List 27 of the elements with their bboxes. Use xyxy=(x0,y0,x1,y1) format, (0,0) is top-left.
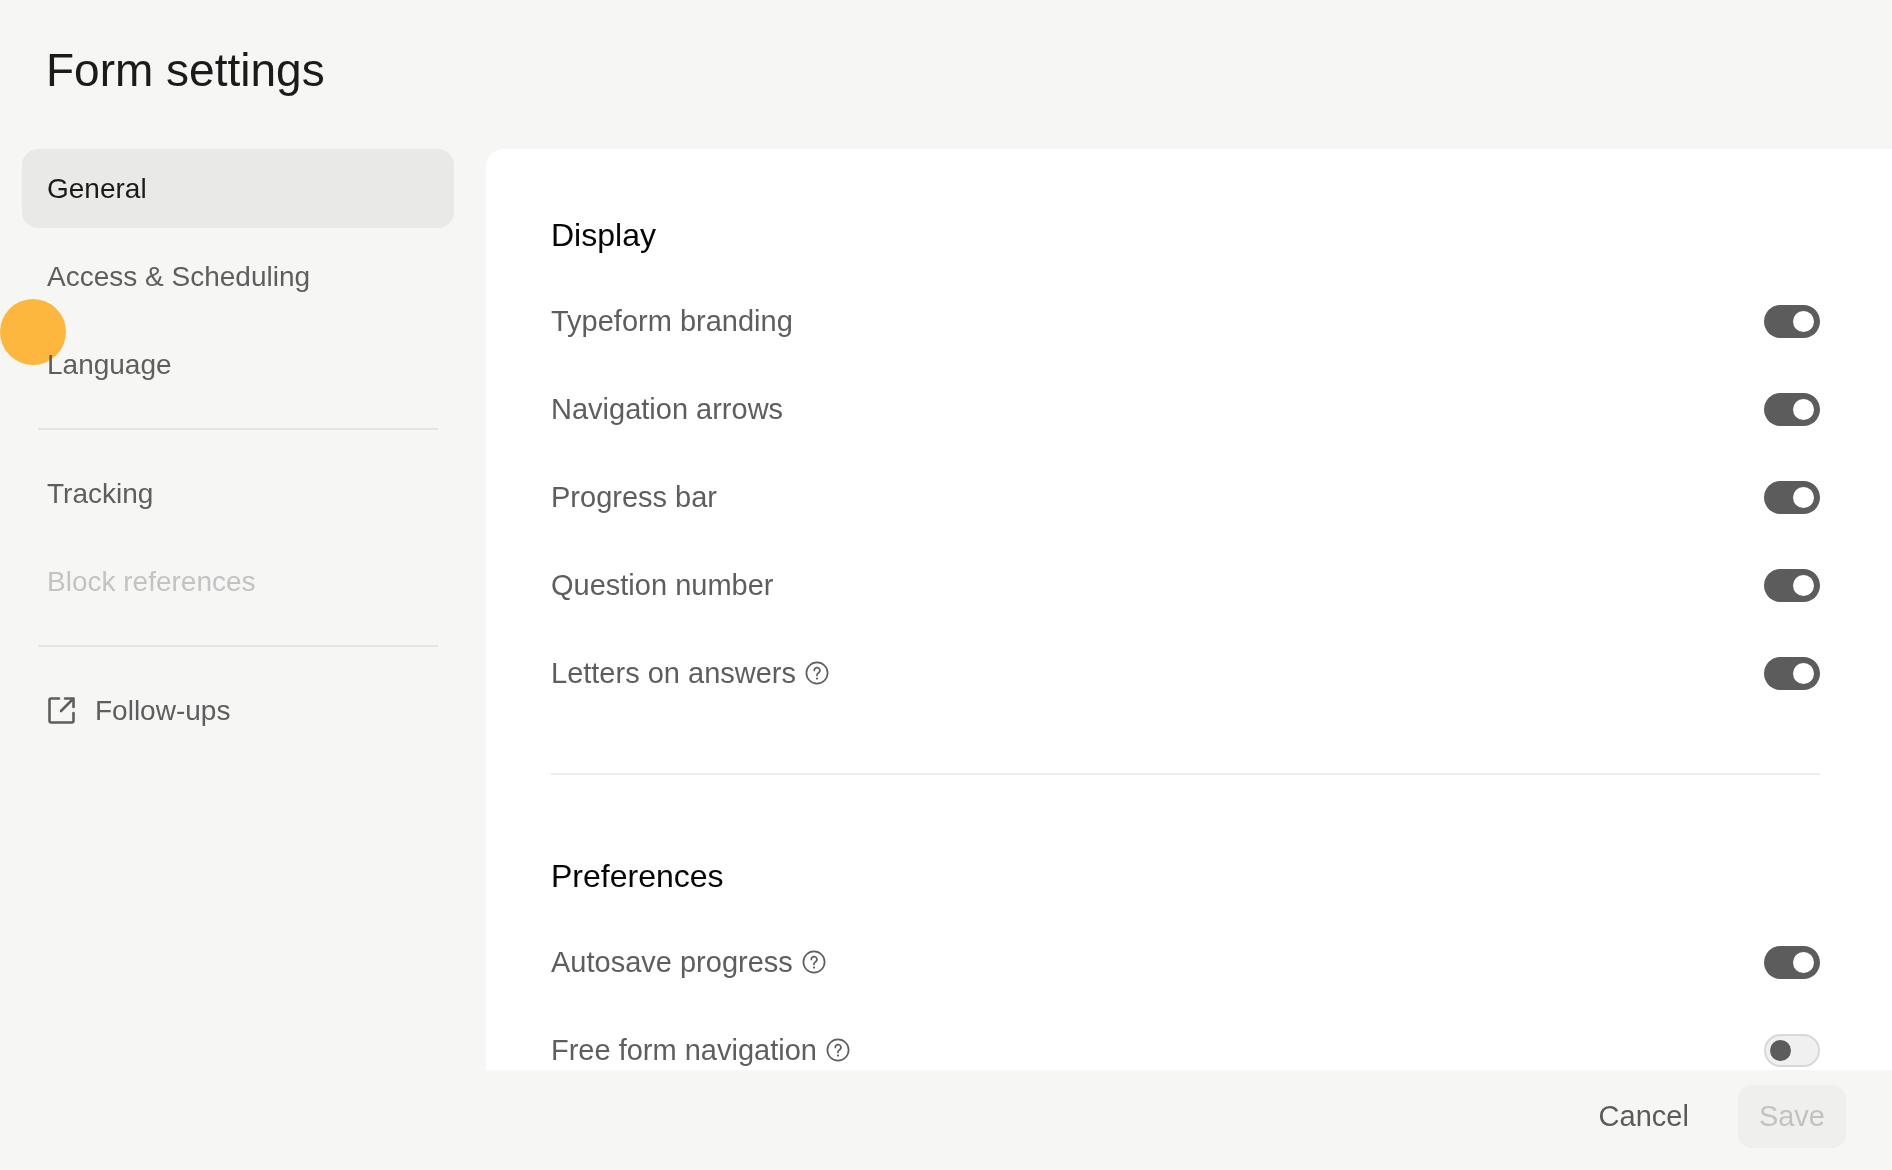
help-icon[interactable] xyxy=(805,661,829,685)
section-heading: Display xyxy=(551,216,656,255)
setting-label: Question number xyxy=(551,568,774,602)
nav-item[interactable]: Language xyxy=(22,325,454,404)
setting-label: Letters on answers xyxy=(551,656,796,690)
toggle-switch[interactable] xyxy=(1764,1033,1820,1067)
nav-item[interactable]: General xyxy=(22,149,454,228)
external-link[interactable]: Follow-ups xyxy=(22,671,454,750)
toggle-switch[interactable] xyxy=(1764,480,1820,514)
help-icon[interactable] xyxy=(825,1038,850,1062)
nav-item[interactable]: Tracking xyxy=(22,454,454,533)
toggle-switch[interactable] xyxy=(1764,392,1820,426)
external-link-icon xyxy=(47,696,76,725)
section-heading: Preferences xyxy=(551,857,724,896)
help-icon[interactable] xyxy=(801,950,826,974)
setting-label: Autosave progress xyxy=(551,945,793,979)
toggle-switch[interactable] xyxy=(1764,304,1820,338)
setting-label: Progress bar xyxy=(551,480,717,514)
nav-item[interactable]: Access & Scheduling xyxy=(22,237,454,316)
cancel-button[interactable]: Cancel xyxy=(1582,1089,1705,1143)
page-title: Form settings xyxy=(46,43,325,98)
setting-label: Typeform branding xyxy=(551,304,793,338)
setting-label: Free form navigation xyxy=(551,1033,817,1067)
toggle-switch[interactable] xyxy=(1764,568,1820,602)
setting-label: Navigation arrows xyxy=(551,392,784,426)
toggle-switch[interactable] xyxy=(1764,656,1820,690)
toggle-switch[interactable] xyxy=(1764,945,1820,979)
